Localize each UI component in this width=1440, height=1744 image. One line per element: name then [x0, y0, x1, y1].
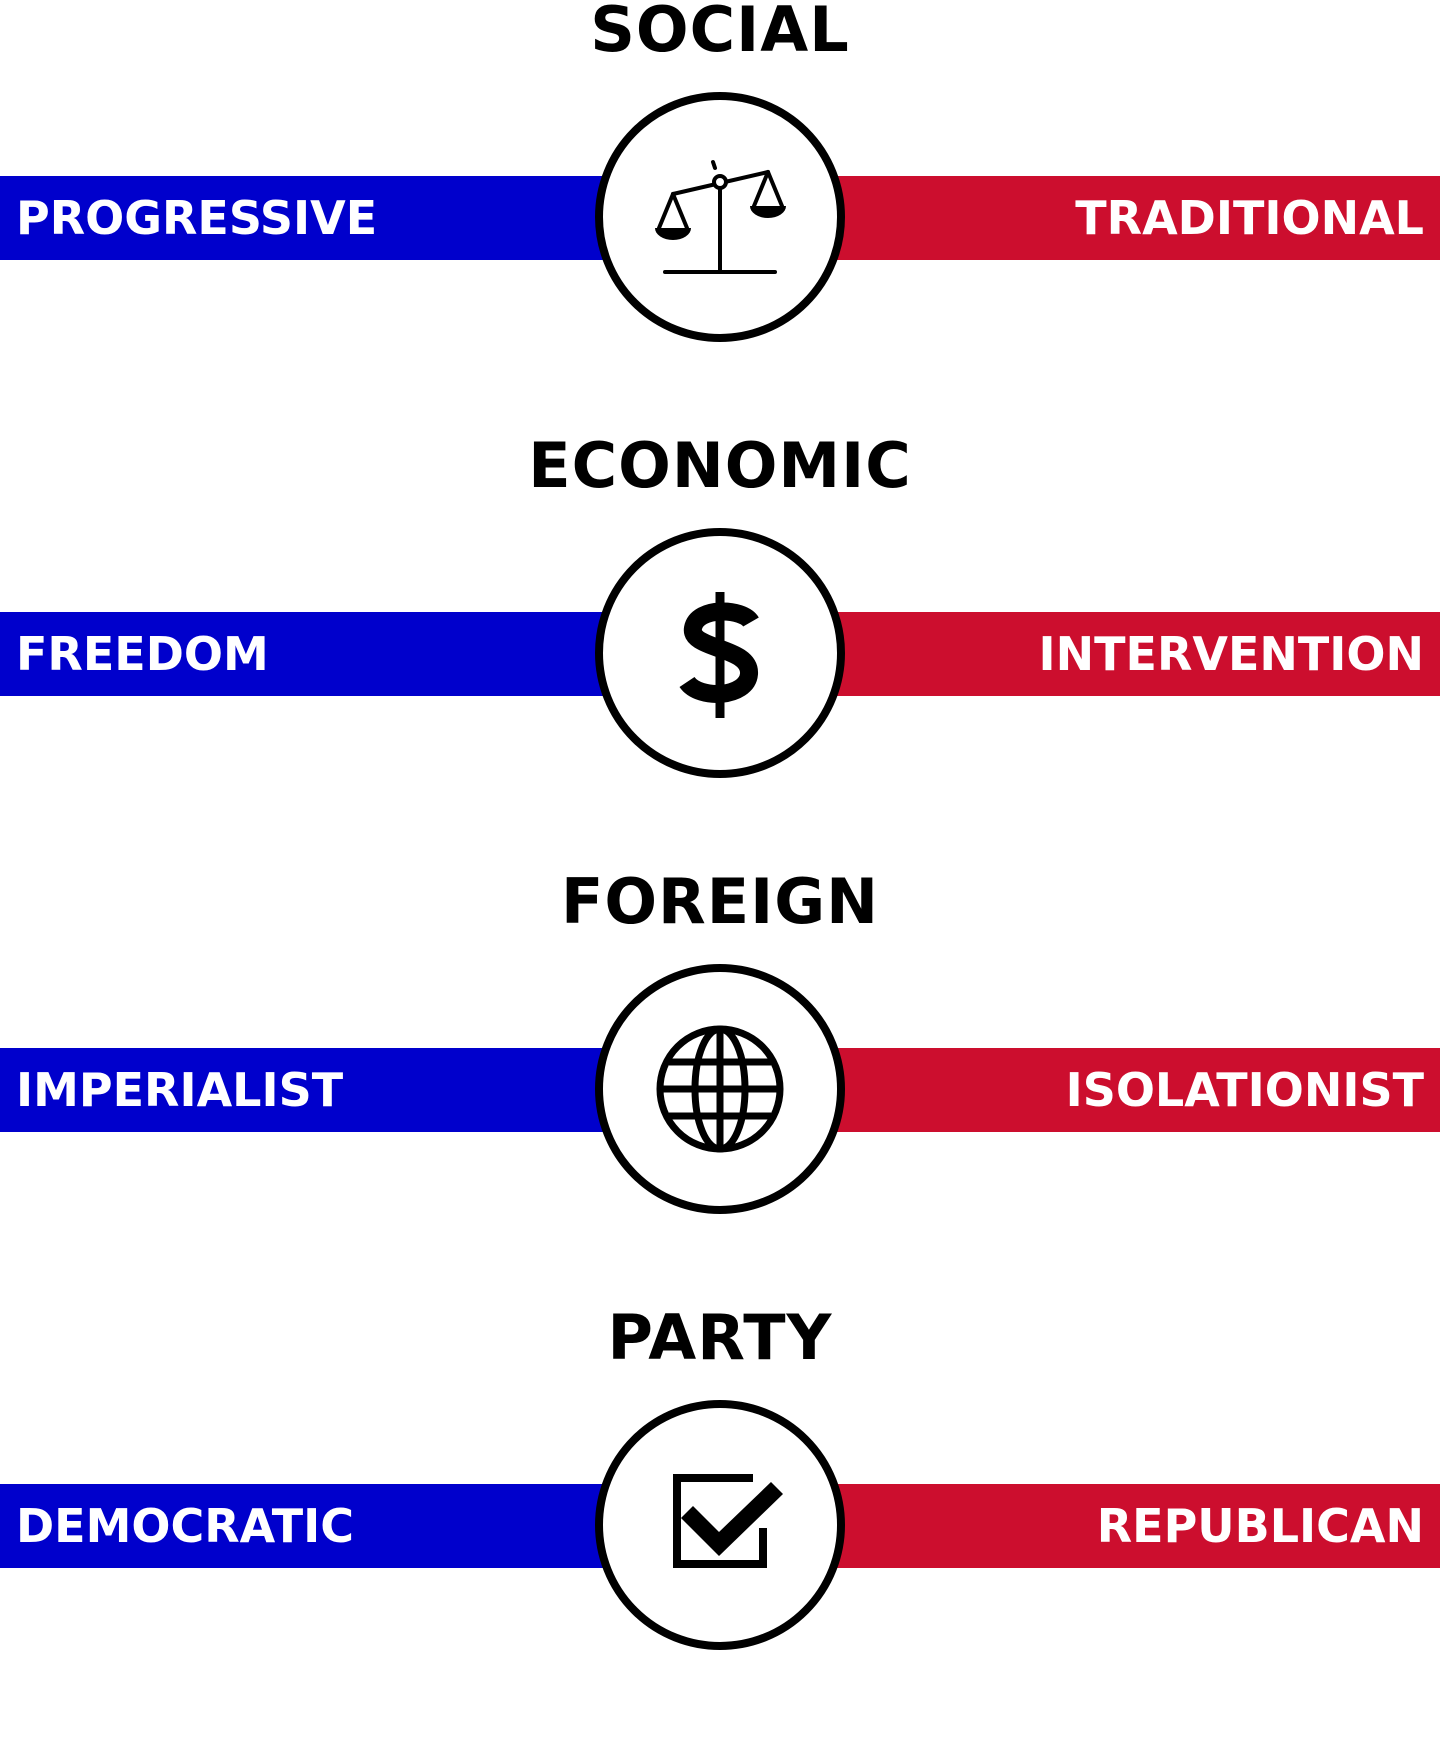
bar-left: DEMOCRATIC [0, 1484, 620, 1568]
checkbox-icon [673, 1474, 783, 1568]
right-label: TRADITIONAL [1075, 191, 1424, 245]
left-label: IMPERIALIST [16, 1063, 344, 1117]
bar-left: PROGRESSIVE [0, 176, 620, 260]
right-label: INTERVENTION [1038, 627, 1424, 681]
dollar-icon [679, 592, 759, 718]
right-label: ISOLATIONIST [1065, 1063, 1424, 1117]
bar-right: TRADITIONAL [820, 176, 1440, 260]
left-label: PROGRESSIVE [16, 191, 378, 245]
bar-right: REPUBLICAN [820, 1484, 1440, 1568]
scales-icon [655, 160, 786, 274]
axis-party: PARTY DEMOCRATIC REPUBLICAN [0, 1301, 1440, 1744]
left-label: DEMOCRATIC [16, 1499, 354, 1553]
icon-badge [595, 92, 845, 342]
axis-economic: ECONOMIC FREEDOM INTERVENTION [0, 429, 1440, 872]
bar-right: ISOLATIONIST [820, 1048, 1440, 1132]
icon-badge [595, 964, 845, 1214]
axis-social: SOCIAL PROGRESSIVE TRADITIONAL [0, 0, 1440, 436]
right-label: REPUBLICAN [1096, 1499, 1424, 1553]
axis-title: ECONOMIC [528, 429, 912, 502]
axis-foreign: FOREIGN IMPERIALIST ISOLATIONIST [0, 865, 1440, 1308]
icon-badge [595, 1400, 845, 1650]
bar-right: INTERVENTION [820, 612, 1440, 696]
axis-title: PARTY [607, 1301, 833, 1374]
axis-title: FOREIGN [561, 865, 879, 938]
globe-icon [656, 1025, 784, 1153]
icon-badge [595, 528, 845, 778]
bar-left: FREEDOM [0, 612, 620, 696]
left-label: FREEDOM [16, 627, 269, 681]
axis-title: SOCIAL [590, 0, 850, 66]
bar-left: IMPERIALIST [0, 1048, 620, 1132]
